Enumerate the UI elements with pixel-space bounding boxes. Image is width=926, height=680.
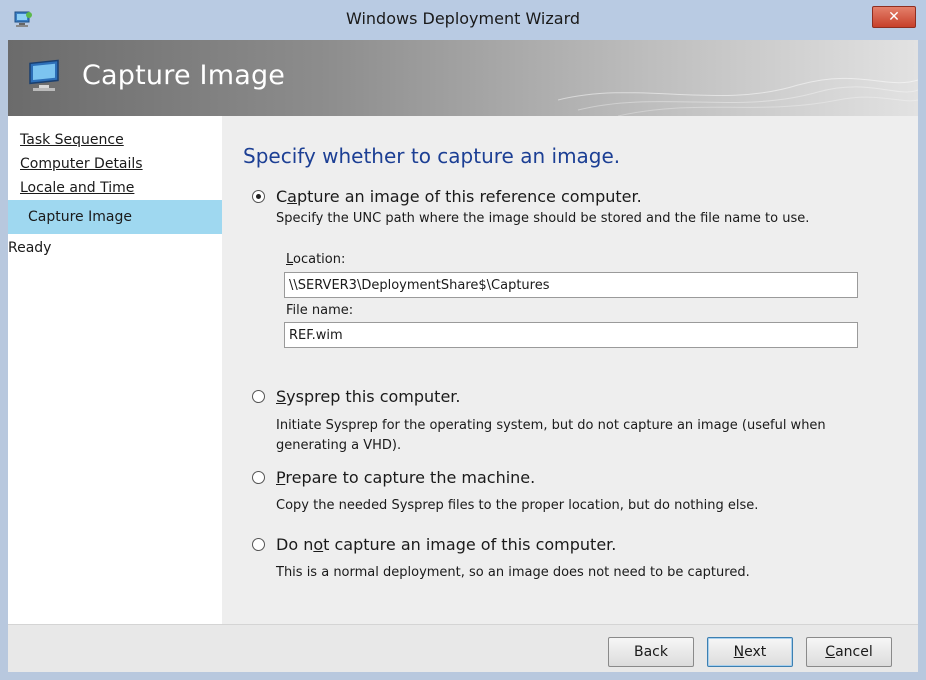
next-button[interactable]: Next	[707, 637, 793, 667]
cancel-button[interactable]: Cancel	[806, 637, 892, 667]
computer-monitor-icon	[29, 59, 59, 91]
option-label: Do not capture an image of this computer…	[276, 535, 617, 554]
file-name-label: File name:	[286, 303, 354, 318]
nav-item-capture-image[interactable]: Capture Image	[8, 200, 222, 234]
radio-sysprep[interactable]	[252, 390, 265, 403]
wizard-nav: Task Sequence Computer Details Locale an…	[8, 116, 222, 624]
nav-item-task-sequence[interactable]: Task Sequence	[20, 132, 124, 148]
main-panel: Specify whether to capture an image. Cap…	[222, 116, 918, 624]
back-button[interactable]: Back	[608, 637, 694, 667]
location-input[interactable]	[284, 272, 858, 298]
close-button[interactable]: ✕	[872, 6, 916, 28]
page-title: Capture Image	[82, 60, 286, 91]
wizard-window: Windows Deployment Wizard ✕ Capture Imag…	[0, 0, 926, 680]
nav-item-locale-and-time[interactable]: Locale and Time	[20, 180, 134, 196]
nav-item-computer-details[interactable]: Computer Details	[20, 156, 143, 172]
option-description: Initiate Sysprep for the operating syste…	[276, 418, 826, 453]
nav-item-ready: Ready	[8, 240, 52, 256]
location-label: Location:	[286, 252, 346, 267]
wizard-footer: Back Next Cancel	[8, 624, 918, 672]
file-name-input[interactable]	[284, 322, 858, 348]
radio-do-not-capture[interactable]	[252, 538, 265, 551]
option-description: Copy the needed Sysprep files to the pro…	[276, 498, 759, 513]
option-label: Capture an image of this reference compu…	[276, 187, 642, 206]
page-header: Capture Image	[8, 40, 918, 116]
window-title: Windows Deployment Wizard	[345, 9, 581, 28]
client-area: Capture Image Task Sequence Computer Det…	[8, 40, 918, 672]
option-label: Prepare to capture the machine.	[276, 468, 536, 487]
option-label: Sysprep this computer.	[276, 387, 461, 406]
option-description: This is a normal deployment, so an image…	[276, 565, 750, 580]
radio-capture-image[interactable]	[252, 190, 265, 203]
main-heading: Specify whether to capture an image.	[243, 144, 621, 168]
title-bar[interactable]: Windows Deployment Wizard ✕	[0, 0, 926, 40]
header-decoration	[558, 77, 918, 116]
option-description: Specify the UNC path where the image sho…	[276, 211, 810, 226]
close-icon: ✕	[888, 9, 900, 25]
radio-prepare-capture[interactable]	[252, 471, 265, 484]
